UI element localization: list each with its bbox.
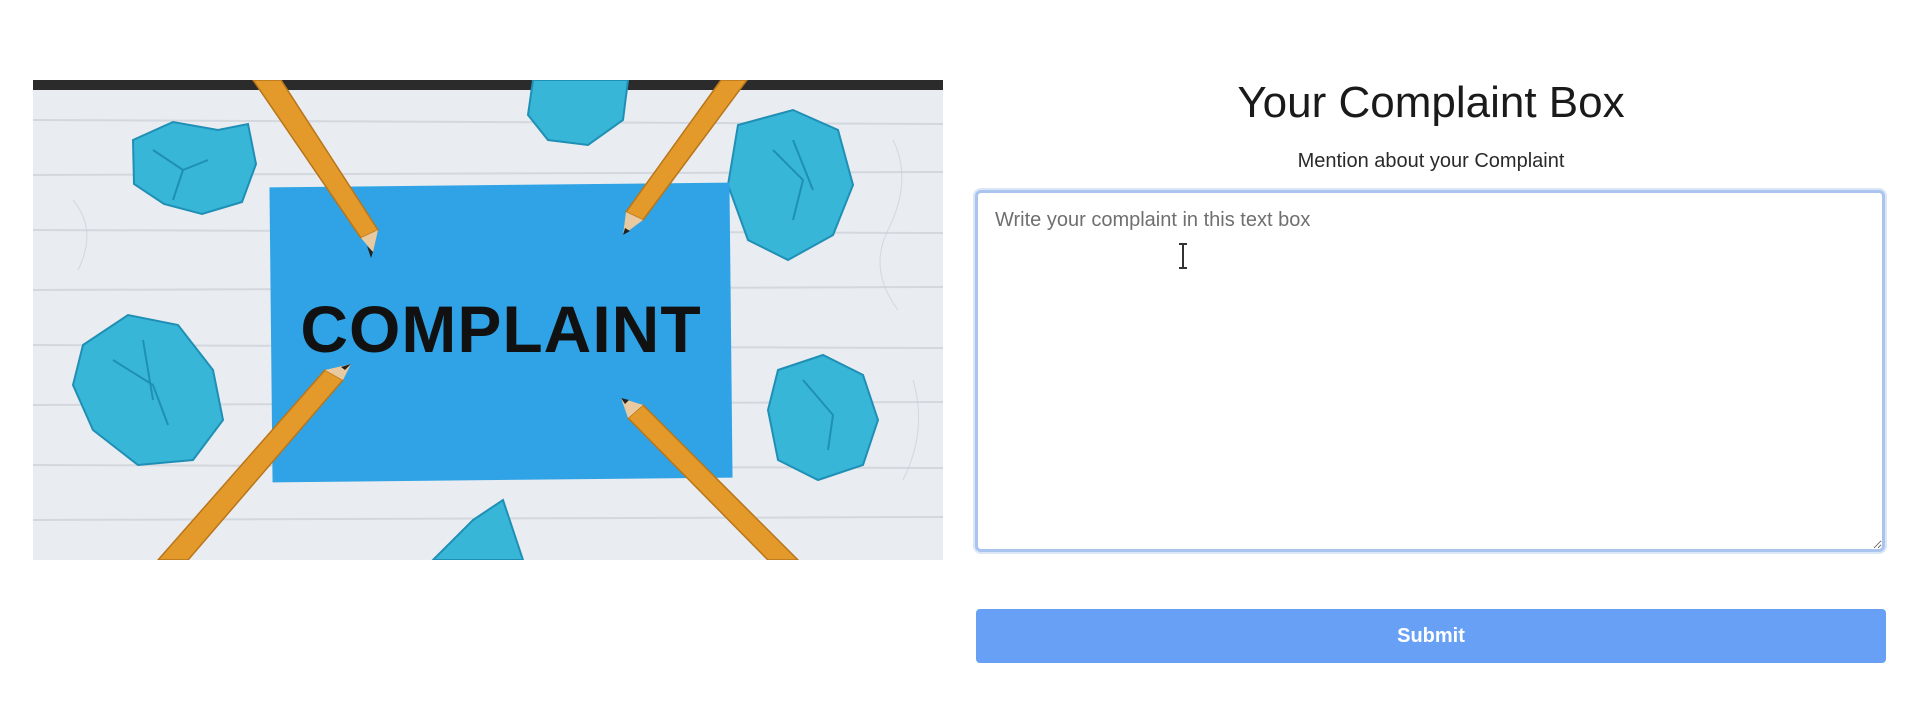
complaint-textarea[interactable] xyxy=(975,190,1885,552)
submit-button[interactable]: Submit xyxy=(976,609,1886,663)
complaint-hero-image: COMPLAINT xyxy=(33,80,943,560)
paper-ball-5 xyxy=(766,353,880,482)
complaint-photo-illustration: COMPLAINT xyxy=(33,80,943,560)
complaint-subtitle: Mention about your Complaint xyxy=(1297,150,1565,172)
complaint-card-text: COMPLAINT xyxy=(300,292,701,366)
page-title: Your Complaint Box xyxy=(1237,78,1625,127)
complaint-page: COMPLAINT Your Complaint Box Mention abo… xyxy=(0,0,1917,723)
